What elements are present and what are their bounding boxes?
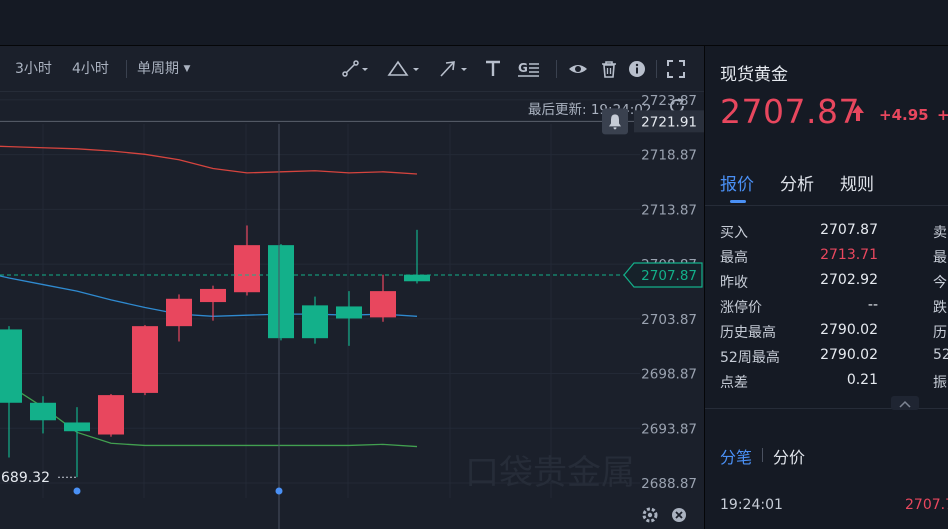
quote-label-secondary: 历 [933, 325, 947, 341]
sub-tab-divider [762, 448, 763, 462]
candle-body [64, 422, 90, 432]
quote-value: 2702.92 [820, 272, 878, 288]
last-price: 2707.87 [720, 92, 860, 131]
quote-label: 买入 [720, 225, 748, 241]
quote-label: 昨收 [720, 275, 748, 291]
y-tick-label: 2688.87 [641, 476, 697, 492]
quote-label: 52周最高 [720, 350, 780, 366]
quote-label-secondary: 今 [933, 275, 947, 291]
candle-body [30, 402, 56, 421]
candle-down [302, 296, 328, 344]
chart-panel: 3小时 4小时 单周期 ▼ G 最后更新: 19:24:02 口袋贵金属 689… [0, 46, 704, 529]
y-tick-label: 2693.87 [641, 421, 697, 437]
tick-price: 2707.7 [905, 497, 948, 513]
instrument-title: 现货黄金 [720, 65, 788, 85]
candle-up [132, 325, 158, 396]
y-tick-label: 2723.87 [641, 93, 697, 109]
price-change-percent: +0 [937, 106, 948, 124]
price-axis: 2723.872718.872713.872708.872703.872698.… [623, 93, 704, 492]
candle-down [268, 244, 294, 341]
tick-time: 19:24:01 [720, 497, 783, 513]
chart-settings-button[interactable] [642, 507, 658, 523]
candle-body [268, 245, 294, 339]
y-tick-label: 2703.87 [641, 312, 697, 328]
quote-value: 2707.87 [820, 222, 878, 238]
gear-icon-center [647, 512, 653, 518]
candle-body [370, 291, 396, 318]
y-tick-label: 2718.87 [641, 148, 697, 164]
collapse-button[interactable] [891, 396, 919, 410]
event-marker-dot [275, 487, 283, 495]
candle-down [64, 407, 90, 478]
quote-label-secondary: 卖 [933, 225, 947, 241]
candle-body [234, 245, 260, 293]
tab-analysis[interactable]: 分析 [780, 170, 814, 195]
candle-down [0, 326, 22, 458]
candle-up [98, 394, 124, 437]
candle-body [0, 329, 22, 403]
arrow-up-icon [852, 105, 864, 121]
candle-body [166, 298, 192, 327]
alert-bell-button[interactable] [602, 108, 628, 135]
quote-label: 最高 [720, 250, 748, 266]
lower-band-line [0, 378, 418, 448]
candle-body [336, 306, 362, 319]
candle-body [404, 274, 430, 282]
low-price-label: 2689.32 [0, 470, 50, 486]
quote-value: 0.21 [846, 372, 878, 388]
quote-label-secondary: 跌 [933, 300, 947, 316]
candle-up [166, 294, 192, 342]
alert-price-label: 2721.91 [641, 114, 697, 130]
quote-value: -- [867, 297, 878, 313]
chevron-up-icon [899, 400, 911, 408]
candle-body [302, 305, 328, 339]
top-bar [0, 0, 948, 46]
quote-label: 点差 [720, 375, 748, 391]
chart-close-button[interactable] [672, 508, 686, 522]
candle-up [234, 225, 260, 296]
watermark-text: 口袋贵金属 [465, 453, 635, 493]
chart-bottom-controls [642, 507, 686, 523]
quote-label-secondary: 振 [933, 375, 947, 391]
candle-body [200, 288, 226, 303]
quote-label: 涨停价 [720, 300, 762, 316]
tab-rules[interactable]: 规则 [840, 170, 874, 195]
quote-value: 2790.02 [820, 322, 878, 338]
quote-label-secondary: 最 [933, 250, 947, 266]
event-marker-dot [73, 487, 81, 495]
candle-body [132, 326, 158, 393]
upper-band-line [0, 145, 418, 175]
quote-value: 2713.71 [820, 247, 878, 263]
tab-price-levels[interactable]: 分价 [773, 444, 805, 468]
candlestick-chart[interactable]: 口袋贵金属 2689.32 2723.872718.872713.872708.… [0, 46, 704, 529]
price-change: +4.95 [879, 106, 929, 124]
active-tab-indicator [730, 200, 746, 203]
y-tick-label: 2713.87 [641, 202, 697, 218]
quote-label: 历史最高 [720, 325, 776, 341]
tab-quote[interactable]: 报价 [720, 170, 754, 195]
candles [0, 225, 430, 478]
quote-value: 2790.02 [820, 347, 878, 363]
current-price-label: 2707.87 [641, 268, 697, 284]
candle-up [370, 274, 396, 322]
y-tick-label: 2698.87 [641, 367, 697, 383]
tabs-divider [705, 205, 948, 206]
quote-sidebar: 现货黄金 2707.87 +4.95 +0 报价 分析 规则 买入 2707.87… [705, 46, 948, 529]
tab-ticks[interactable]: 分笔 [720, 444, 752, 468]
candle-body [98, 395, 124, 435]
quote-label-secondary: 52 [933, 347, 948, 363]
